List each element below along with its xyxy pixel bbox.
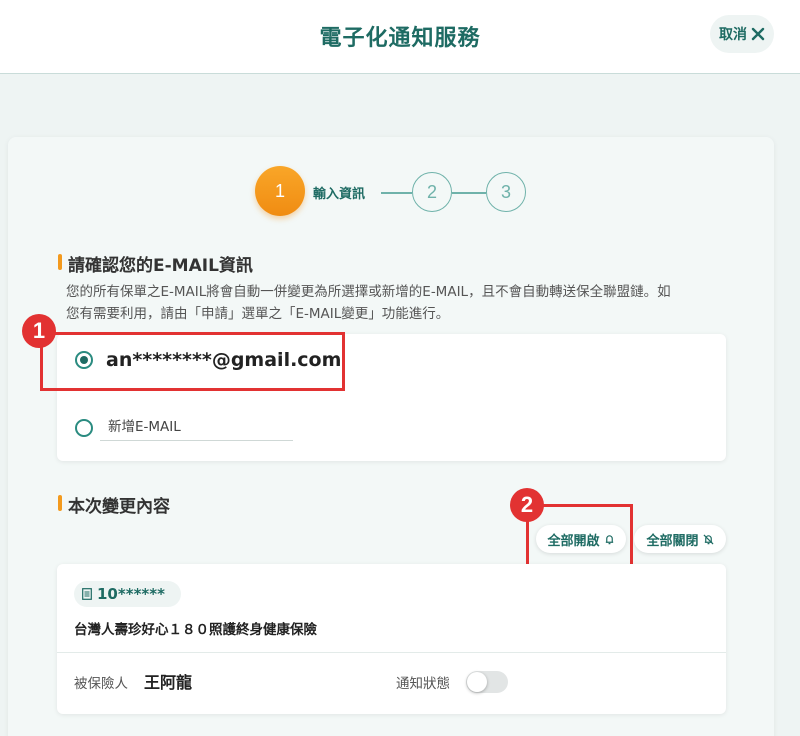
policy-name: 台灣人壽珍好心１８０照護終身健康保險 bbox=[74, 622, 317, 638]
insured-label: 被保險人 bbox=[74, 676, 128, 692]
header-bar: 電子化通知服務 取消 bbox=[0, 0, 800, 74]
divider bbox=[57, 652, 726, 653]
description-line-2: 您有需要利用，請由「申請」選單之「E-MAIL變更」功能進行。 bbox=[66, 306, 450, 322]
description-line-1: 您的所有保單之E-MAIL將會自動一併變更為所選擇或新增的E-MAIL，且不會自… bbox=[66, 284, 671, 300]
cancel-button[interactable]: 取消 bbox=[710, 15, 774, 53]
email-section-title: 請確認您的E-MAIL資訊 bbox=[58, 251, 253, 276]
page-title: 電子化通知服務 bbox=[319, 26, 481, 51]
close-icon bbox=[751, 27, 765, 41]
highlight-box-2 bbox=[526, 504, 633, 569]
new-email-radio[interactable] bbox=[75, 419, 93, 437]
step-connector bbox=[381, 192, 412, 194]
notify-status-label: 通知狀態 bbox=[396, 676, 450, 692]
insured-name: 王阿龍 bbox=[144, 673, 193, 692]
step-1-label: 輸入資訊 bbox=[313, 187, 366, 202]
toggle-knob bbox=[467, 672, 487, 692]
notify-toggle[interactable] bbox=[466, 671, 508, 693]
step-3-circle: 3 bbox=[486, 172, 526, 212]
document-icon bbox=[82, 588, 92, 600]
new-email-input[interactable] bbox=[100, 413, 293, 441]
step-1-circle: 1 bbox=[255, 166, 305, 216]
annotation-badge-1: 1 bbox=[22, 314, 56, 348]
highlight-box-1 bbox=[40, 332, 345, 391]
cancel-label: 取消 bbox=[719, 27, 747, 43]
disable-all-label: 全部關閉 bbox=[646, 533, 699, 549]
change-section-title: 本次變更內容 bbox=[58, 492, 170, 517]
annotation-badge-2: 2 bbox=[510, 488, 544, 522]
disable-all-button[interactable]: 全部關閉 bbox=[634, 525, 726, 553]
step-connector bbox=[452, 192, 486, 194]
email-description: 您的所有保單之E-MAIL將會自動一併變更為所選擇或新增的E-MAIL，且不會自… bbox=[66, 281, 726, 325]
step-2-circle: 2 bbox=[412, 172, 452, 212]
policy-number: 10****** bbox=[97, 585, 165, 603]
policy-number-tag: 10****** bbox=[74, 581, 181, 607]
bell-off-icon bbox=[702, 533, 714, 545]
